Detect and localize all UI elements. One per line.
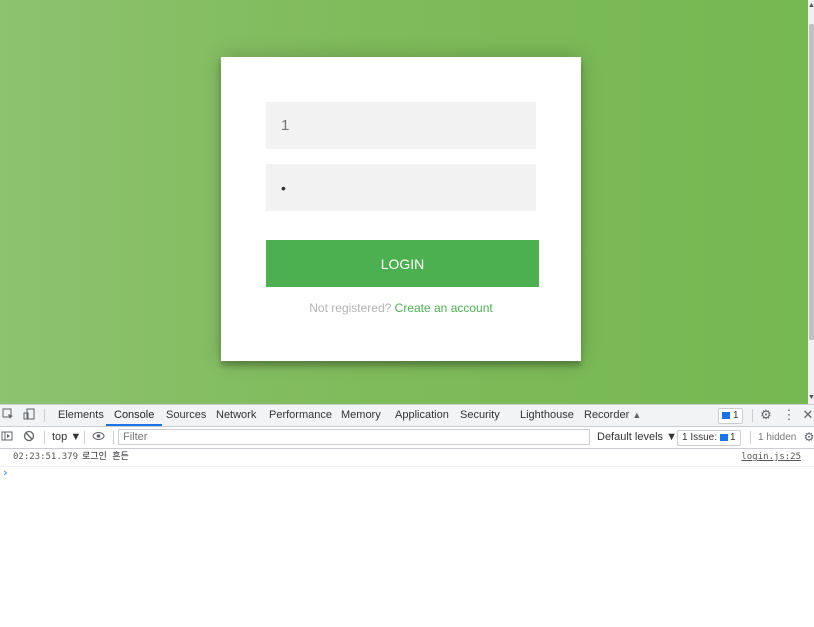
tab-console[interactable]: Console <box>106 405 163 426</box>
device-toolbar-icon[interactable] <box>22 408 36 422</box>
inspect-element-icon[interactable] <box>1 408 15 422</box>
issues-count: 1 <box>730 432 736 443</box>
issues-label: 1 Issue: <box>682 432 718 443</box>
console-log-row: 02:23:51.379 로그인 흔든 login.js:25 <box>0 449 814 467</box>
register-prompt: Not registered? <box>309 301 392 315</box>
create-account-link[interactable]: Create an account <box>395 301 493 315</box>
tab-memory[interactable]: Memory <box>341 405 381 426</box>
context-selector[interactable]: top ▼ <box>52 427 81 448</box>
console-prompt-icon[interactable]: › <box>2 467 9 479</box>
page-scrollbar[interactable]: ▲ ▼ <box>808 0 814 404</box>
devtools-panel: Elements Console Sources Network Perform… <box>0 404 814 627</box>
username-input[interactable] <box>266 102 536 149</box>
issues-button[interactable]: 1 Issue: 1 <box>677 430 741 446</box>
issue-icon <box>720 433 729 441</box>
message-icon <box>722 411 730 419</box>
tab-performance[interactable]: Performance <box>269 405 332 426</box>
sidebar-toggle-icon[interactable] <box>0 430 14 444</box>
tab-elements[interactable]: Elements <box>58 405 104 426</box>
page-viewport: LOGIN Not registered? Create an account <box>0 0 808 404</box>
log-message: 로그인 흔든 <box>82 452 129 462</box>
scrollbar-thumb[interactable] <box>809 24 814 340</box>
console-settings-gear-icon[interactable]: ⚙ <box>802 430 814 444</box>
log-levels-dropdown[interactable]: Default levels ▼ <box>597 427 677 448</box>
scroll-down-arrow-icon[interactable]: ▼ <box>808 394 814 402</box>
settings-gear-icon[interactable]: ⚙ <box>759 408 773 422</box>
console-toolbar: top ▼ Default levels ▼ 1 Issue: 1 1 hidde… <box>0 427 814 449</box>
log-source-link[interactable]: login.js:25 <box>741 449 801 466</box>
close-devtools-icon[interactable]: ✕ <box>801 408 814 422</box>
tab-security[interactable]: Security <box>460 405 500 426</box>
tab-lighthouse[interactable]: Lighthouse <box>520 405 574 426</box>
console-output: 02:23:51.379 로그인 흔든 login.js:25 › <box>0 449 814 479</box>
tab-application[interactable]: Application <box>395 405 449 426</box>
login-card: LOGIN Not registered? Create an account <box>221 57 581 361</box>
flask-icon: ▲ <box>632 410 642 420</box>
devtools-tabbar: Elements Console Sources Network Perform… <box>0 405 814 427</box>
tab-sources[interactable]: Sources <box>166 405 206 426</box>
clear-console-icon[interactable] <box>22 430 36 444</box>
messages-badge[interactable]: 1 <box>718 408 743 424</box>
tab-recorder[interactable]: Recorder ▲ <box>584 405 641 426</box>
log-timestamp: 02:23:51.379 <box>13 452 79 462</box>
tab-recorder-label: Recorder <box>584 409 630 421</box>
password-input[interactable] <box>266 164 536 211</box>
scroll-up-arrow-icon[interactable]: ▲ <box>808 2 814 10</box>
login-button[interactable]: LOGIN <box>266 240 539 287</box>
hidden-count: 1 hidden <box>758 432 797 443</box>
more-options-icon[interactable]: ⋮ <box>782 408 796 422</box>
eye-icon[interactable] <box>91 430 105 444</box>
console-filter-input[interactable] <box>118 429 590 445</box>
tab-network[interactable]: Network <box>216 405 256 426</box>
register-message: Not registered? Create an account <box>221 301 581 315</box>
messages-count: 1 <box>733 410 739 421</box>
